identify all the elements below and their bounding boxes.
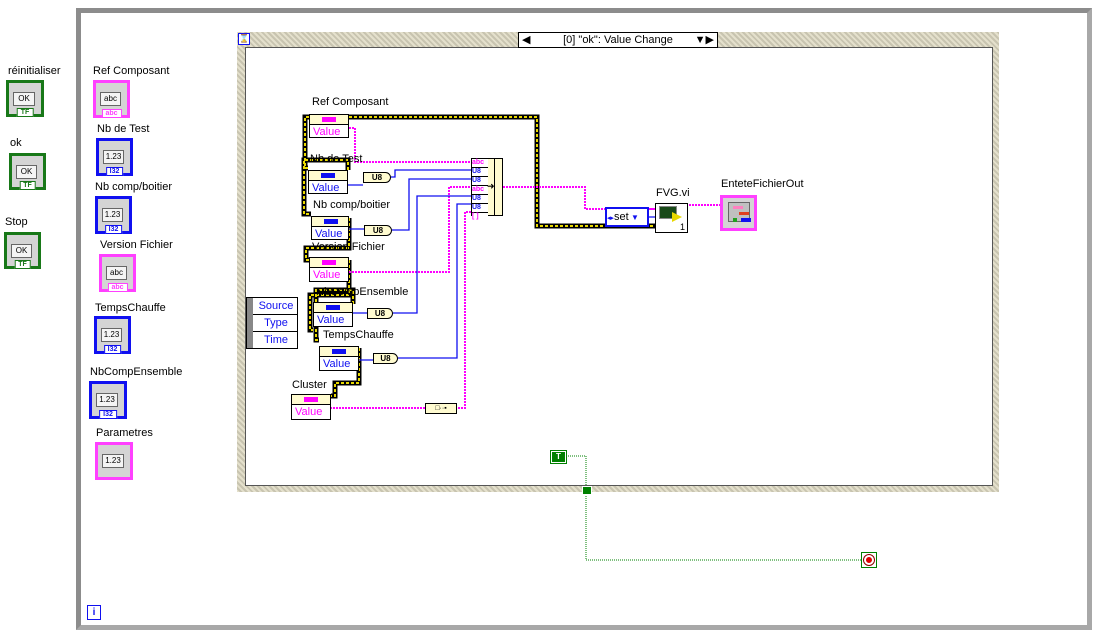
arrow-icon: ➜ <box>487 181 495 191</box>
property-node-cluster[interactable]: Value <box>291 394 331 420</box>
event-data-source[interactable]: Source <box>247 298 297 315</box>
fvg-label: FVG.vi <box>656 187 690 199</box>
temps-chauffe-terminal[interactable]: 1.23 I32 <box>94 316 131 354</box>
property-node-nb-comp-boitier[interactable]: Value <box>311 216 349 240</box>
to-u8-node[interactable]: U8 <box>373 353 398 364</box>
string-wire <box>330 127 720 409</box>
pn-label: Nb comp/boitier <box>313 199 391 211</box>
reinitialiser-label: réinitialiser <box>8 65 61 77</box>
event-data-time[interactable]: Time <box>247 332 297 348</box>
ok-label: ok <box>10 137 22 149</box>
pn-label: Version Fichier <box>312 241 385 253</box>
stop-icon <box>864 555 874 565</box>
cluster-convert-node[interactable]: □··▪ <box>425 403 457 414</box>
ref-composant-label: Ref Composant <box>93 65 170 77</box>
nb-comp-boitier-terminal[interactable]: 1.23 I32 <box>95 196 132 234</box>
boolean-wire <box>566 455 861 561</box>
property-node-ref-composant[interactable]: Value <box>309 114 349 138</box>
fvg-subvi[interactable]: 1 <box>655 203 688 233</box>
event-data-node[interactable]: Source Type Time <box>246 297 298 349</box>
tunnel <box>582 486 592 495</box>
version-fichier-terminal[interactable]: abc abc <box>99 254 136 292</box>
enum-constant[interactable]: ◂▸set ▼ <box>605 207 649 227</box>
stop-label: Stop <box>5 216 28 228</box>
pn-label: Cluster <box>292 379 327 391</box>
property-node-version-fichier[interactable]: Value <box>309 257 349 282</box>
ref-composant-terminal[interactable]: abc abc <box>93 80 130 118</box>
entete-fichier-out-label: EnteteFichierOut <box>721 178 804 190</box>
reinitialiser-terminal[interactable]: OK TF <box>6 80 44 117</box>
parametres-terminal[interactable]: 1.23 <box>95 442 133 480</box>
event-data-type[interactable]: Type <box>247 315 297 332</box>
temps-chauffe-label: TempsChauffe <box>95 302 166 314</box>
nb-de-test-label: Nb de Test <box>97 123 150 135</box>
iteration-terminal-icon: i <box>87 605 101 620</box>
nb-de-test-terminal[interactable]: 1.23 I32 <box>96 138 133 176</box>
pn-label: NbCompEnsemble <box>316 286 409 298</box>
ok-terminal[interactable]: OK TF <box>9 153 46 190</box>
stop-terminal[interactable]: OK TF <box>4 232 41 269</box>
to-u8-node[interactable]: U8 <box>363 172 391 183</box>
loop-condition-terminal[interactable] <box>861 552 877 568</box>
bundle-by-name-node[interactable]: abc U8 U8 abc U8 U8 [ ] ➜ <box>471 158 503 221</box>
wires <box>301 114 861 561</box>
version-fichier-label: Version Fichier <box>100 239 173 251</box>
to-u8-node[interactable]: U8 <box>367 308 393 319</box>
nb-comp-ensemble-terminal[interactable]: 1.23 I32 <box>89 381 127 419</box>
property-node-temps-chauffe[interactable]: Value <box>319 346 359 371</box>
true-constant[interactable]: T <box>550 450 567 464</box>
nb-comp-ensemble-label: NbCompEnsemble <box>90 366 183 378</box>
pn-label: TempsChauffe <box>323 329 394 341</box>
property-node-nb-comp-ensemble[interactable]: Value <box>313 302 353 327</box>
parametres-label: Parametres <box>96 427 153 439</box>
property-node-nb-de-test[interactable]: Value <box>308 170 348 194</box>
pn-label: Ref Composant <box>312 96 389 108</box>
pn-label: Nb de Test <box>310 153 363 165</box>
entete-fichier-out-terminal[interactable] <box>720 195 757 231</box>
to-u8-node[interactable]: U8 <box>364 225 392 236</box>
nb-comp-boitier-label: Nb comp/boitier <box>95 181 173 193</box>
